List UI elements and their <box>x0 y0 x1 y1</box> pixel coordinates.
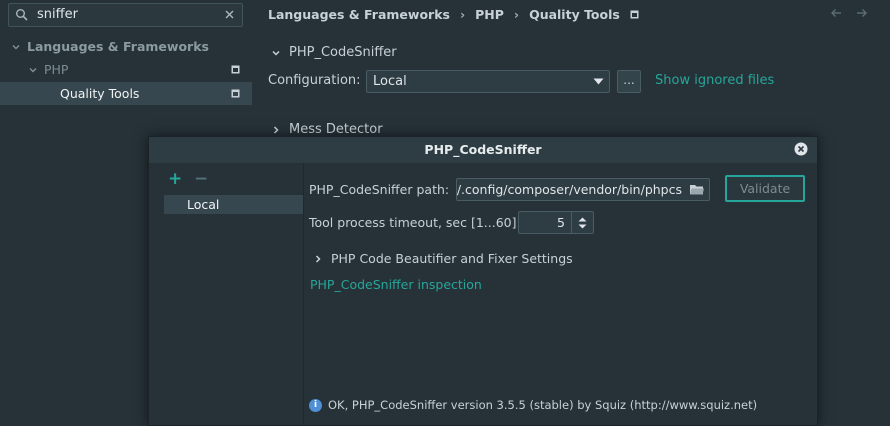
breadcrumb-item: Quality Tools <box>529 7 620 22</box>
show-ignored-files-link[interactable]: Show ignored files <box>655 73 774 88</box>
tree-item-label: Quality Tools <box>60 86 140 101</box>
close-icon[interactable] <box>794 142 808 156</box>
chevron-down-icon[interactable] <box>27 65 39 75</box>
configuration-value: Local <box>373 74 407 89</box>
breadcrumb-item[interactable]: PHP <box>475 7 504 22</box>
search-icon <box>15 8 29 22</box>
configuration-browse-button[interactable]: ... <box>617 70 641 93</box>
project-scope-icon <box>231 89 240 98</box>
tree-item-label: Languages & Frameworks <box>27 39 209 54</box>
status-text: OK, PHP_CodeSniffer version 3.5.5 (stabl… <box>328 398 758 412</box>
timeout-value: 5 <box>557 215 565 230</box>
dropdown-arrow-icon[interactable] <box>587 71 609 92</box>
timeout-label: Tool process timeout, sec [1...60]: <box>309 215 521 230</box>
path-value: ~/.config/composer/vendor/bin/phpcs <box>456 182 682 197</box>
configuration-label: Configuration: <box>268 73 361 88</box>
history-navigation <box>830 8 868 18</box>
clear-search-icon[interactable] <box>223 8 236 21</box>
mess-detector-section-header[interactable]: Mess Detector <box>271 122 383 137</box>
section-title: Mess Detector <box>289 122 383 137</box>
tree-item-languages-frameworks[interactable]: Languages & Frameworks <box>0 35 252 58</box>
info-icon: i <box>309 398 322 412</box>
chevron-right-icon[interactable] <box>313 254 323 264</box>
chevron-down-icon[interactable] <box>10 42 22 52</box>
settings-search-input[interactable]: sniffer <box>8 3 243 27</box>
beautifier-section-header[interactable]: PHP Code Beautifier and Fixer Settings <box>313 251 573 266</box>
project-scope-icon <box>630 10 639 19</box>
project-scope-icon <box>231 65 240 74</box>
list-item-local[interactable]: Local <box>164 195 303 214</box>
spinner-up-icon[interactable] <box>578 217 587 222</box>
chevron-right-icon[interactable] <box>271 125 281 135</box>
validate-button[interactable]: Validate <box>725 175 805 202</box>
spinner-down-icon[interactable] <box>578 224 587 229</box>
chevron-down-icon[interactable] <box>271 48 281 58</box>
breadcrumb-item[interactable]: Languages & Frameworks <box>268 7 450 22</box>
codesniffer-path-input[interactable]: ~/.config/composer/vendor/bin/phpcs <box>456 178 710 201</box>
tree-item-quality-tools[interactable]: Quality Tools <box>0 82 252 105</box>
forward-arrow-icon[interactable] <box>856 8 868 18</box>
codesniffer-dialog: PHP_CodeSniffer + − Local PHP_CodeSniffe… <box>148 136 818 426</box>
breadcrumb-separator: › <box>459 7 466 22</box>
search-input-value: sniffer <box>37 7 78 22</box>
configuration-select[interactable]: Local <box>366 70 610 93</box>
validation-status: i OK, PHP_CodeSniffer version 3.5.5 (sta… <box>309 398 757 412</box>
path-label: PHP_CodeSniffer path: <box>309 182 450 197</box>
codesniffer-section-header[interactable]: PHP_CodeSniffer <box>271 45 397 60</box>
remove-button[interactable]: − <box>194 171 208 188</box>
section-title: PHP Code Beautifier and Fixer Settings <box>331 251 573 266</box>
breadcrumb: Languages & Frameworks › PHP › Quality T… <box>268 7 639 22</box>
add-button[interactable]: + <box>168 171 182 188</box>
tree-item-php[interactable]: PHP <box>0 58 252 81</box>
timeout-spinner[interactable]: 5 <box>518 211 594 234</box>
section-title: PHP_CodeSniffer <box>289 45 397 60</box>
codesniffer-inspection-link[interactable]: PHP_CodeSniffer inspection <box>310 277 482 292</box>
breadcrumb-separator: › <box>513 7 520 22</box>
folder-icon[interactable] <box>689 183 705 196</box>
dialog-title: PHP_CodeSniffer <box>149 137 817 163</box>
tree-item-label: PHP <box>44 62 69 77</box>
spinner-arrows[interactable] <box>571 212 593 233</box>
back-arrow-icon[interactable] <box>830 8 842 18</box>
